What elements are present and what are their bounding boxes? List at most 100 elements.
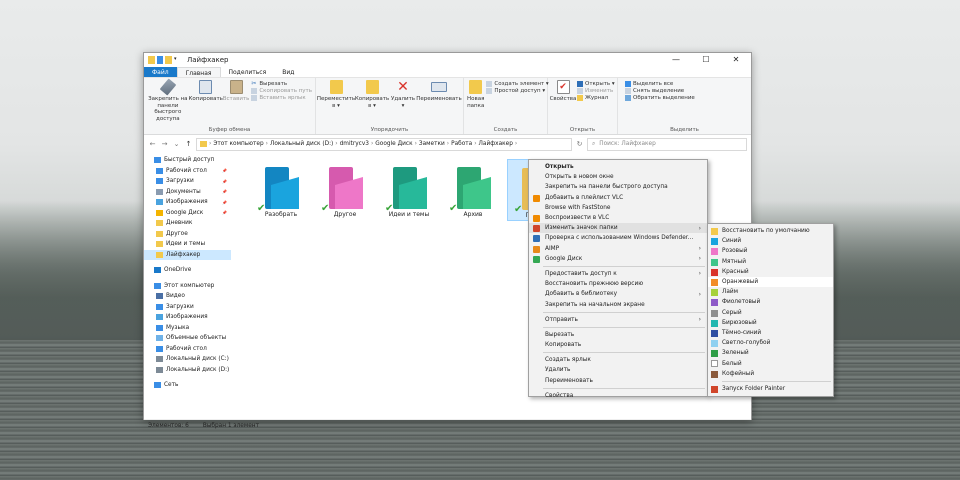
- context-menu-item[interactable]: Копировать: [529, 340, 707, 350]
- easy-access-button[interactable]: Простой доступ ▾: [486, 88, 548, 94]
- select-none-button[interactable]: Снять выделение: [625, 88, 748, 94]
- context-menu-item[interactable]: Свойства: [529, 391, 707, 401]
- context-menu-item[interactable]: Добавить в библиотеку ›: [529, 289, 707, 299]
- address-bar[interactable]: › Этот компьютер › Локальный диск (D:) › dmit…: [196, 137, 572, 151]
- delete-button[interactable]: ✕ Удалить ▾: [391, 80, 415, 109]
- nav-item[interactable]: Объемные объекты: [144, 333, 231, 344]
- tab-share[interactable]: Поделиться: [221, 67, 275, 77]
- color-option[interactable]: Зеленый: [708, 348, 833, 358]
- context-menu-item[interactable]: Предоставить доступ к ›: [529, 269, 707, 279]
- color-option[interactable]: Красный: [708, 267, 833, 277]
- context-menu-item[interactable]: Добавить в плейлист VLC: [529, 193, 707, 203]
- breadcrumb-item[interactable]: dmitrycv3: [340, 141, 369, 147]
- move-to-button[interactable]: Переместить в ▾: [317, 80, 355, 109]
- color-option[interactable]: Бирюзовый: [708, 318, 833, 328]
- context-menu-item[interactable]: Browse with FastStone: [529, 203, 707, 213]
- context-menu-item[interactable]: Проверка с использованием Windows Defend…: [529, 233, 707, 243]
- history-button[interactable]: Журнал: [577, 95, 615, 101]
- color-option[interactable]: Запуск Folder Painter: [708, 384, 833, 394]
- nav-item[interactable]: Локальный диск (D:): [144, 365, 231, 376]
- color-option[interactable]: Фиолетовый: [708, 297, 833, 307]
- nav-item[interactable]: Музыка: [144, 323, 231, 334]
- breadcrumb-separator[interactable]: ›: [474, 141, 476, 147]
- pin-quick-access-button[interactable]: Закрепить на панели быстрого доступа: [147, 78, 189, 122]
- new-folder-icon[interactable]: [165, 56, 172, 64]
- forward-arrow-icon[interactable]: →: [160, 140, 169, 148]
- nav-item[interactable]: Идеи и темы: [144, 239, 231, 250]
- color-option[interactable]: Тёмно-синий: [708, 328, 833, 338]
- nav-item[interactable]: Другое: [144, 229, 231, 240]
- context-menu-item[interactable]: Закрепить на панели быстрого доступа: [529, 182, 707, 192]
- chevron-down-icon[interactable]: ▾: [174, 56, 179, 64]
- tab-file[interactable]: Файл: [144, 67, 177, 77]
- breadcrumb-separator[interactable]: ›: [515, 141, 517, 147]
- nav-item[interactable]: Видео: [144, 291, 231, 302]
- copy-path-button[interactable]: Скопировать путь: [251, 88, 312, 94]
- copy-button[interactable]: Копировать: [189, 80, 223, 122]
- folder-tile[interactable]: ✔ Идеи и темы: [379, 159, 439, 221]
- rename-button[interactable]: Переименовать: [416, 80, 462, 109]
- color-option[interactable]: Лайм: [708, 287, 833, 297]
- context-menu-item[interactable]: Открыть в новом окне: [529, 172, 707, 182]
- close-button[interactable]: ✕: [721, 53, 751, 67]
- breadcrumb-item[interactable]: Работа: [451, 141, 472, 147]
- select-all-button[interactable]: Выделить все: [625, 81, 748, 87]
- context-menu-item[interactable]: Создать ярлык: [529, 355, 707, 365]
- folder-tile[interactable]: ✔ Другое: [315, 159, 375, 221]
- paste-button[interactable]: Вставить: [223, 80, 249, 122]
- color-option[interactable]: Кофейный: [708, 369, 833, 379]
- color-option[interactable]: Серый: [708, 308, 833, 318]
- breadcrumb-separator[interactable]: ›: [447, 141, 449, 147]
- properties-button[interactable]: ✔ Свойства: [550, 80, 576, 103]
- cut-button[interactable]: ✂ Вырезать: [251, 81, 312, 88]
- nav-item[interactable]: Изображения: [144, 312, 231, 323]
- up-arrow-icon[interactable]: ↑: [184, 140, 193, 148]
- context-menu-item[interactable]: Изменить значок папки ›: [529, 223, 707, 234]
- context-menu-item[interactable]: Воспроизвести в VLC: [529, 213, 707, 223]
- nav-item[interactable]: Дневник: [144, 218, 231, 229]
- context-menu-item[interactable]: Переименовать: [529, 376, 707, 386]
- new-folder-button[interactable]: Новая папка: [467, 80, 484, 109]
- nav-item[interactable]: Рабочий стол: [144, 344, 231, 355]
- search-box[interactable]: ⌕ Поиск: Лайфхакер: [587, 137, 747, 151]
- tab-home[interactable]: Главная: [176, 67, 221, 77]
- breadcrumb-separator[interactable]: ›: [371, 141, 373, 147]
- breadcrumb-separator[interactable]: ›: [415, 141, 417, 147]
- folder-tile[interactable]: ✔ Архив: [443, 159, 503, 221]
- breadcrumb-separator[interactable]: ›: [335, 141, 337, 147]
- nav-item[interactable]: Загрузки 📌: [144, 176, 231, 187]
- folder-tile[interactable]: ✔ Разобрать: [251, 159, 311, 221]
- nav-item[interactable]: Загрузки: [144, 302, 231, 313]
- breadcrumb-item[interactable]: Этот компьютер: [213, 141, 263, 147]
- color-option[interactable]: Оранжевый: [708, 276, 833, 288]
- nav-item[interactable]: Лайфхакер: [144, 249, 231, 260]
- copy-to-button[interactable]: Копировать в ▾: [355, 80, 389, 109]
- color-option[interactable]: Синий: [708, 236, 833, 246]
- nav-item[interactable]: Этот компьютер: [144, 281, 231, 292]
- context-menu-item[interactable]: Отправить ›: [529, 315, 707, 325]
- recent-locations-icon[interactable]: ⌄: [172, 140, 181, 148]
- color-option[interactable]: Мятный: [708, 257, 833, 267]
- color-option[interactable]: Белый: [708, 358, 833, 368]
- save-icon[interactable]: [157, 56, 163, 64]
- tab-view[interactable]: Вид: [274, 67, 302, 77]
- nav-item[interactable]: Документы 📌: [144, 187, 231, 198]
- breadcrumb-separator[interactable]: ›: [266, 141, 268, 147]
- context-menu-item[interactable]: Открыть: [529, 162, 707, 172]
- edit-button[interactable]: Изменить: [577, 88, 615, 94]
- breadcrumb-item[interactable]: Локальный диск (D:): [270, 141, 333, 147]
- nav-item[interactable]: Изображения 📌: [144, 197, 231, 208]
- context-menu-item[interactable]: Google Диск ›: [529, 254, 707, 264]
- breadcrumb-item[interactable]: Лайфхакер: [479, 141, 513, 147]
- breadcrumb-item[interactable]: Заметки: [419, 141, 445, 147]
- context-menu-item[interactable]: Вырезать: [529, 330, 707, 340]
- color-option[interactable]: Восстановить по умолчанию: [708, 226, 833, 236]
- back-arrow-icon[interactable]: ←: [148, 140, 157, 148]
- maximize-button[interactable]: ☐: [691, 53, 721, 67]
- color-option[interactable]: Розовый: [708, 246, 833, 256]
- nav-item[interactable]: OneDrive: [144, 265, 231, 276]
- new-item-button[interactable]: Создать элемент ▾: [486, 81, 549, 87]
- paste-shortcut-button[interactable]: Вставить ярлык: [251, 95, 312, 101]
- breadcrumb-item[interactable]: Google Диск: [375, 141, 412, 147]
- context-menu-item[interactable]: AIMP ›: [529, 244, 707, 254]
